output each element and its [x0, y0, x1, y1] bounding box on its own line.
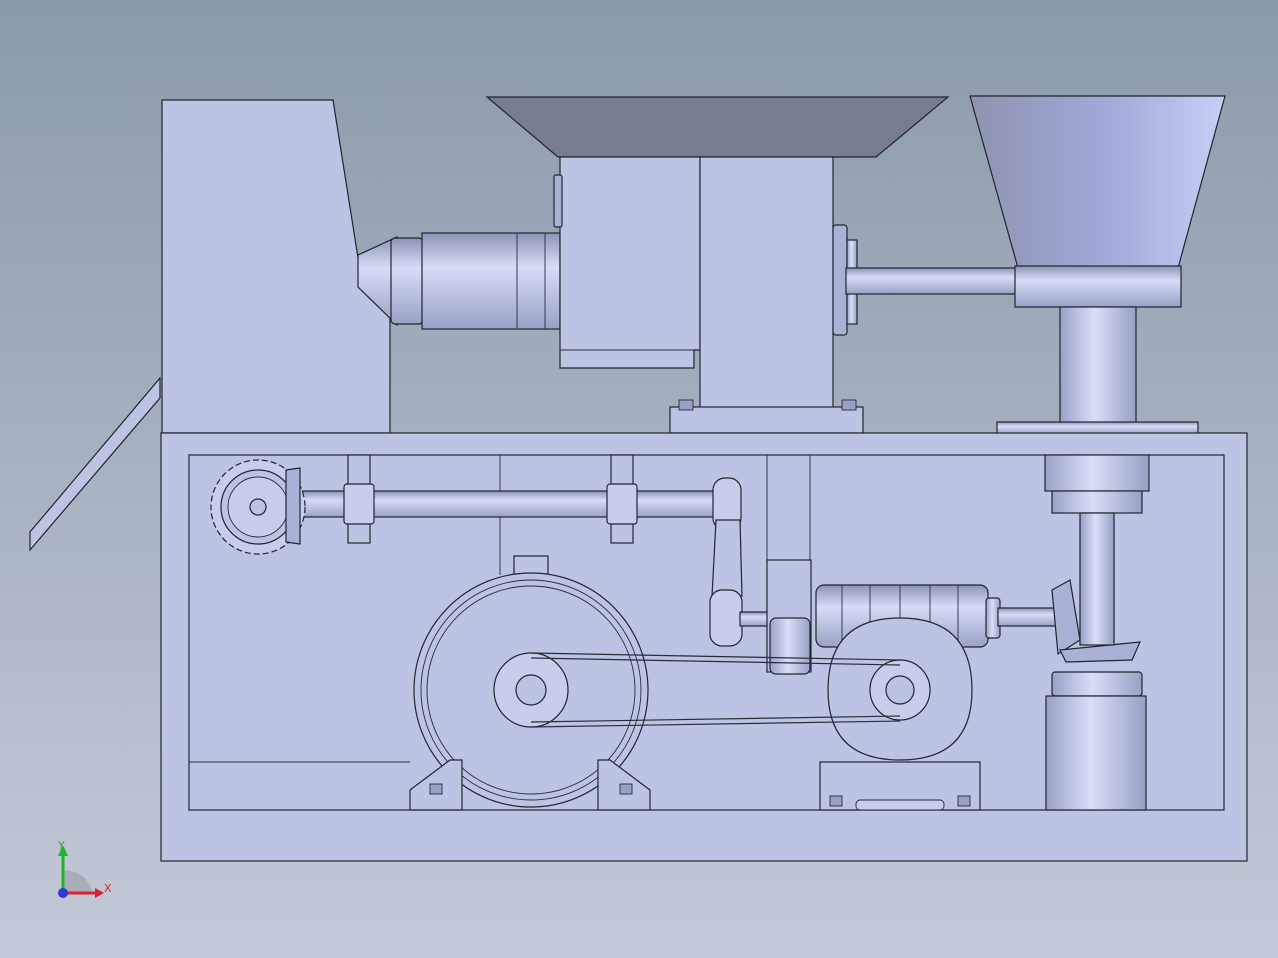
shaft-flange	[832, 224, 848, 336]
column-base-plate	[996, 421, 1199, 435]
barrel-ring[interactable]	[390, 237, 424, 325]
feed-hopper-top[interactable]	[485, 96, 950, 158]
machine-drawing[interactable]: Y X	[0, 0, 1278, 958]
housing-flange-left	[553, 174, 563, 228]
drive-shaft-top[interactable]	[845, 267, 1019, 295]
bolt-head	[678, 399, 694, 411]
hopper-collar	[1014, 265, 1182, 308]
housing-base	[669, 406, 864, 434]
link-arm[interactable]	[711, 519, 743, 597]
x-axis-label: X	[104, 882, 112, 895]
output-shaft[interactable]	[997, 607, 1057, 627]
column-collar-upper	[1044, 454, 1150, 492]
bolt-head	[841, 399, 857, 411]
vertical-drive-shaft[interactable]	[1079, 512, 1115, 646]
bevel-gear-left	[285, 467, 301, 545]
y-axis-label: Y	[57, 839, 65, 852]
lower-column	[1045, 695, 1147, 811]
gearbox-housing-left[interactable]	[559, 156, 701, 369]
vertical-column[interactable]	[1059, 306, 1137, 426]
extrusion-barrel[interactable]	[421, 232, 561, 330]
crank-bottom	[709, 589, 743, 647]
gearbox-housing-right[interactable]	[699, 156, 834, 411]
z-axis-dot	[58, 888, 68, 898]
cad-viewport[interactable]: Y X	[0, 0, 1278, 958]
